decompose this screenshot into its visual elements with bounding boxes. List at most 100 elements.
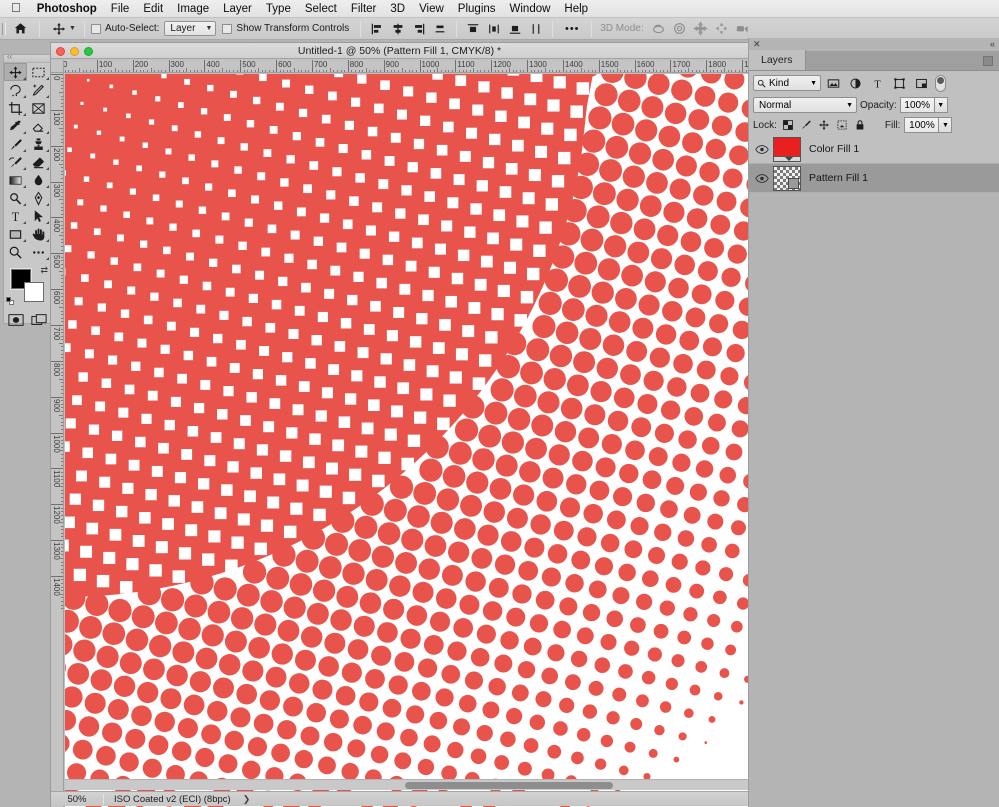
horizontal-scrollbar[interactable]	[65, 779, 749, 790]
align-left-edges-icon[interactable]	[367, 19, 387, 39]
tool-brush[interactable]	[4, 135, 27, 153]
slide-3d-icon[interactable]	[712, 19, 732, 39]
distribute-bottom-edges-icon[interactable]	[505, 19, 525, 39]
tool-type[interactable]: T	[4, 207, 27, 225]
eye-icon[interactable]	[751, 173, 773, 184]
background-color-swatch[interactable]	[24, 282, 44, 302]
close-icon[interactable]: ✕	[753, 40, 761, 49]
tool-lasso[interactable]	[4, 81, 27, 99]
distribute-top-edges-icon[interactable]	[463, 19, 483, 39]
default-colors-icon[interactable]	[6, 297, 15, 306]
menu-item-view[interactable]: View	[412, 0, 451, 18]
distribute-horizontal-centers-icon[interactable]	[526, 19, 546, 39]
lock-transparent-pixels-icon[interactable]	[781, 117, 795, 133]
chevron-right-icon[interactable]: ❯	[243, 794, 251, 805]
pan-3d-icon[interactable]	[691, 19, 711, 39]
apple-logo-icon[interactable]: 	[0, 1, 30, 14]
fill-value[interactable]: 100%	[904, 117, 938, 133]
tool-edit-toolbar[interactable]	[27, 243, 50, 261]
menu-item-help[interactable]: Help	[557, 0, 595, 18]
tool-history-brush[interactable]	[4, 153, 27, 171]
tool-rectangular-marquee[interactable]	[27, 63, 50, 81]
tool-object-selection[interactable]	[27, 81, 50, 99]
chevron-down-icon[interactable]: ▼	[69, 25, 76, 32]
table-row[interactable]: Pattern Fill 1	[749, 164, 999, 193]
tool-clone-stamp[interactable]	[27, 135, 50, 153]
tool-frame[interactable]	[27, 99, 50, 117]
menu-item-plugins[interactable]: Plugins	[451, 0, 503, 18]
tool-path-selection[interactable]	[27, 207, 50, 225]
menu-item-image[interactable]: Image	[170, 0, 216, 18]
align-horizontal-centers-icon[interactable]	[388, 19, 408, 39]
menu-item-photoshop[interactable]: Photoshop	[30, 0, 104, 18]
menu-item-3d[interactable]: 3D	[383, 0, 412, 18]
tool-move[interactable]	[4, 63, 27, 81]
eye-icon[interactable]	[751, 144, 773, 155]
more-options-button[interactable]: •••	[559, 19, 585, 39]
vertical-ruler[interactable]: 0100200300400500600700800900100011001200…	[51, 73, 64, 807]
tool-pen[interactable]	[27, 189, 50, 207]
menu-item-type[interactable]: Type	[259, 0, 298, 18]
filter-shape-layers-icon[interactable]	[889, 74, 909, 92]
tab-layers[interactable]: Layers	[749, 50, 806, 70]
tool-blur[interactable]	[27, 171, 50, 189]
home-icon[interactable]	[7, 18, 33, 40]
distribute-vertical-centers-icon[interactable]	[484, 19, 504, 39]
tool-rectangle[interactable]	[4, 225, 27, 243]
tool-eyedropper[interactable]	[4, 117, 27, 135]
filter-smart-objects-icon[interactable]	[911, 74, 931, 92]
options-bar-grip[interactable]	[0, 18, 7, 40]
align-right-edges-icon[interactable]	[409, 19, 429, 39]
document-title-bar[interactable]: Untitled-1 @ 50% (Pattern Fill 1, CMYK/8…	[51, 43, 748, 59]
scrollbar-thumb[interactable]	[405, 782, 613, 789]
tool-hand[interactable]	[27, 225, 50, 243]
expand-panels-icon[interactable]: «	[990, 40, 995, 49]
close-button[interactable]	[56, 47, 65, 56]
quick-mask-icon[interactable]	[4, 311, 27, 329]
collapse-panel-icon[interactable]	[4, 55, 50, 63]
show-transform-controls-checkbox[interactable]	[222, 24, 232, 34]
tool-dodge[interactable]	[4, 189, 27, 207]
menu-item-layer[interactable]: Layer	[216, 0, 259, 18]
layer-thumbnail-pattern-fill[interactable]	[773, 166, 801, 191]
opacity-stepper-icon[interactable]: ▼	[934, 97, 948, 113]
layer-thumbnail-color-fill[interactable]	[773, 137, 801, 162]
menu-item-edit[interactable]: Edit	[136, 0, 170, 18]
lock-artboard-nesting-icon[interactable]	[835, 117, 849, 133]
canvas-viewport[interactable]	[65, 74, 749, 807]
ruler-origin-corner[interactable]	[51, 60, 64, 73]
minimize-button[interactable]	[70, 47, 79, 56]
panel-menu-icon[interactable]	[983, 56, 993, 66]
roll-3d-icon[interactable]	[670, 19, 690, 39]
current-tool-move[interactable]: ▼	[46, 18, 78, 40]
auto-select-scope-dropdown[interactable]: Layer ▼	[164, 21, 216, 36]
blend-mode-dropdown[interactable]: Normal ▼	[753, 97, 857, 113]
zoom-level[interactable]: 50%	[51, 794, 103, 805]
scale-3d-camera-icon[interactable]	[733, 19, 753, 39]
layer-name[interactable]: Pattern Fill 1	[809, 172, 868, 184]
auto-select-checkbox[interactable]	[91, 24, 101, 34]
tool-eraser-top[interactable]	[27, 117, 50, 135]
menu-item-filter[interactable]: Filter	[344, 0, 384, 18]
lock-image-pixels-icon[interactable]	[799, 117, 813, 133]
fill-stepper-icon[interactable]: ▼	[938, 117, 952, 133]
layer-name[interactable]: Color Fill 1	[809, 143, 859, 155]
tool-eraser[interactable]	[27, 153, 50, 171]
zoom-button[interactable]	[84, 47, 93, 56]
horizontal-ruler[interactable]: 0100200300400500600700800900100011001200…	[51, 60, 750, 73]
screen-mode-icon[interactable]	[27, 311, 50, 329]
opacity-field-group[interactable]: 100% ▼	[900, 97, 948, 113]
fill-field-group[interactable]: 100% ▼	[904, 117, 952, 133]
menu-item-window[interactable]: Window	[503, 0, 558, 18]
filter-type-layers-icon[interactable]: T	[867, 74, 887, 92]
lock-all-icon[interactable]	[853, 117, 867, 133]
rotate-3d-icon[interactable]	[649, 19, 669, 39]
filter-kind-dropdown[interactable]: Kind ▼	[753, 75, 821, 91]
menu-item-select[interactable]: Select	[298, 0, 344, 18]
tool-crop[interactable]	[4, 99, 27, 117]
layers-list-empty-area[interactable]	[749, 193, 999, 733]
swap-colors-icon[interactable]: ⇄	[40, 266, 48, 275]
align-top-edges-icon[interactable]	[430, 19, 450, 39]
filter-enable-toggle[interactable]	[935, 75, 946, 92]
document-canvas[interactable]	[65, 74, 749, 807]
